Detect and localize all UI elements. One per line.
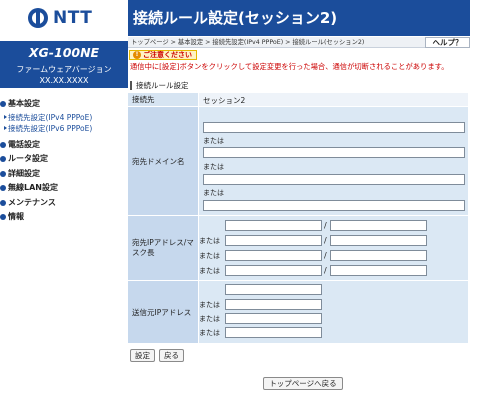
nav-basic-label: 基本設定 — [8, 99, 40, 108]
slash-separator: / — [324, 266, 327, 275]
or-label: または — [203, 163, 224, 171]
domain-input-4[interactable] — [203, 200, 465, 211]
dst-mask-input-1[interactable] — [330, 220, 427, 231]
nav-wlan[interactable]: 無線LAN設定 — [0, 181, 128, 196]
nav-info-label: 情報 — [8, 212, 24, 221]
or-label: または — [203, 189, 224, 197]
nav-phone-label: 電話設定 — [8, 139, 40, 149]
domain-row: 宛先ドメイン名 または または または — [128, 107, 468, 215]
device-info: XG-100NE ファームウェアバージョン XX.XX.XXXX — [0, 41, 128, 88]
dst-mask-input-2[interactable] — [330, 235, 427, 246]
connection-row: 接続先 セッション2 — [128, 93, 468, 106]
nav-detail[interactable]: 詳細設定 — [0, 167, 128, 182]
src-ip-row: 送信元IPアドレス または または または — [128, 281, 468, 343]
ntt-logo: NTT — [28, 6, 92, 30]
nav-basic-ipv6-label: 接続先設定(IPv6 PPPoE) — [8, 123, 93, 133]
help-button[interactable]: ヘルプ？ — [425, 37, 470, 48]
left-panel: NTT XG-100NE ファームウェアバージョン XX.XX.XXXX 基本設… — [0, 0, 128, 400]
logo-text: NTT — [53, 8, 93, 28]
slash-separator: / — [324, 236, 327, 245]
bullet-icon — [0, 156, 6, 162]
bullet-icon — [0, 141, 6, 148]
or-label: または — [199, 252, 220, 260]
back-to-top-button[interactable]: トップページへ戻る — [263, 377, 343, 390]
or-label: または — [199, 329, 220, 337]
firmware-label: ファームウェアバージョン — [16, 65, 112, 74]
notice-text: 通信中に[設定]ボタンをクリックして設定変更を行った場合、通信が切断されることが… — [130, 62, 449, 71]
slash-separator: / — [324, 221, 327, 230]
src-ip-input-1[interactable] — [225, 284, 322, 295]
src-ip-input-2[interactable] — [225, 299, 322, 310]
set-button[interactable]: 設定 — [130, 349, 155, 362]
back-button[interactable]: 戻る — [159, 349, 184, 362]
connection-label: 接続先 — [128, 93, 198, 106]
domain-input-1[interactable] — [203, 122, 465, 133]
bullet-icon — [0, 185, 6, 191]
nav-wlan-label: 無線LAN設定 — [8, 183, 58, 192]
bullet-icon — [0, 199, 6, 206]
or-label: または — [203, 137, 224, 145]
dst-ip-label: 宛先IPアドレス/マスク長 — [128, 216, 198, 280]
model-name: XG-100NE — [28, 45, 100, 60]
bullet-icon — [0, 101, 6, 107]
nav-detail-label: 詳細設定 — [8, 168, 40, 178]
dst-mask-input-4[interactable] — [330, 265, 427, 276]
dst-mask-input-3[interactable] — [330, 250, 427, 261]
nav-phone[interactable]: 電話設定 — [0, 138, 128, 153]
or-label: または — [199, 237, 220, 245]
section-title: 接続ルール設定 — [130, 81, 189, 90]
slash-separator: / — [324, 251, 327, 260]
nav-router[interactable]: ルータ設定 — [0, 152, 128, 167]
nav-info[interactable]: 情報 — [0, 210, 128, 225]
breadcrumb: トップページ > 基本設定 > 接続先設定(IPv4 PPPoE) > 接続ルー… — [128, 37, 470, 48]
nav-maintenance-label: メンテナンス — [8, 197, 56, 207]
nav-maintenance[interactable]: メンテナンス — [0, 196, 128, 211]
src-ip-label: 送信元IPアドレス — [128, 281, 198, 343]
side-nav: 基本設定 接続先設定(IPv4 PPPoE) 接続先設定(IPv6 PPPoE)… — [0, 97, 128, 225]
connection-value: セッション2 — [203, 96, 246, 105]
dst-ip-input-3[interactable] — [225, 250, 322, 261]
src-ip-input-4[interactable] — [225, 327, 322, 338]
nav-router-label: ルータ設定 — [8, 154, 48, 163]
domain-input-3[interactable] — [203, 174, 465, 185]
or-label: または — [199, 267, 220, 275]
warning-icon: ! — [133, 51, 141, 59]
ntt-logo-icon — [28, 8, 48, 28]
nav-basic[interactable]: 基本設定 — [0, 97, 128, 112]
nav-basic-ipv4-label: 接続先設定(IPv4 PPPoE) — [8, 112, 93, 122]
firmware-version: XX.XX.XXXX — [39, 76, 89, 85]
dst-ip-input-2[interactable] — [225, 235, 322, 246]
breadcrumb-text[interactable]: トップページ > 基本設定 > 接続先設定(IPv4 PPPoE) > 接続ルー… — [131, 38, 364, 47]
arrow-right-icon — [4, 125, 7, 130]
domain-label: 宛先ドメイン名 — [128, 107, 198, 215]
dst-ip-input-1[interactable] — [225, 220, 322, 231]
or-label: または — [199, 301, 220, 309]
or-label: または — [199, 315, 220, 323]
bullet-icon — [0, 170, 6, 177]
notice-badge-label: ご注意ください — [143, 51, 192, 59]
dst-ip-row: 宛先IPアドレス/マスク長 / または / または / または / — [128, 216, 468, 280]
nav-basic-ipv4[interactable]: 接続先設定(IPv4 PPPoE) — [0, 112, 128, 123]
page-header: 接続ルール設定(セッション2) — [128, 0, 470, 36]
nav-basic-ipv6[interactable]: 接続先設定(IPv6 PPPoE) — [0, 123, 128, 134]
domain-input-2[interactable] — [203, 147, 465, 158]
page-title: 接続ルール設定(セッション2) — [133, 9, 338, 27]
dst-ip-input-4[interactable] — [225, 265, 322, 276]
arrow-right-icon — [4, 114, 7, 119]
src-ip-input-3[interactable] — [225, 313, 322, 324]
bullet-icon — [0, 214, 6, 220]
notice-badge: ! ご注意ください — [129, 50, 197, 60]
